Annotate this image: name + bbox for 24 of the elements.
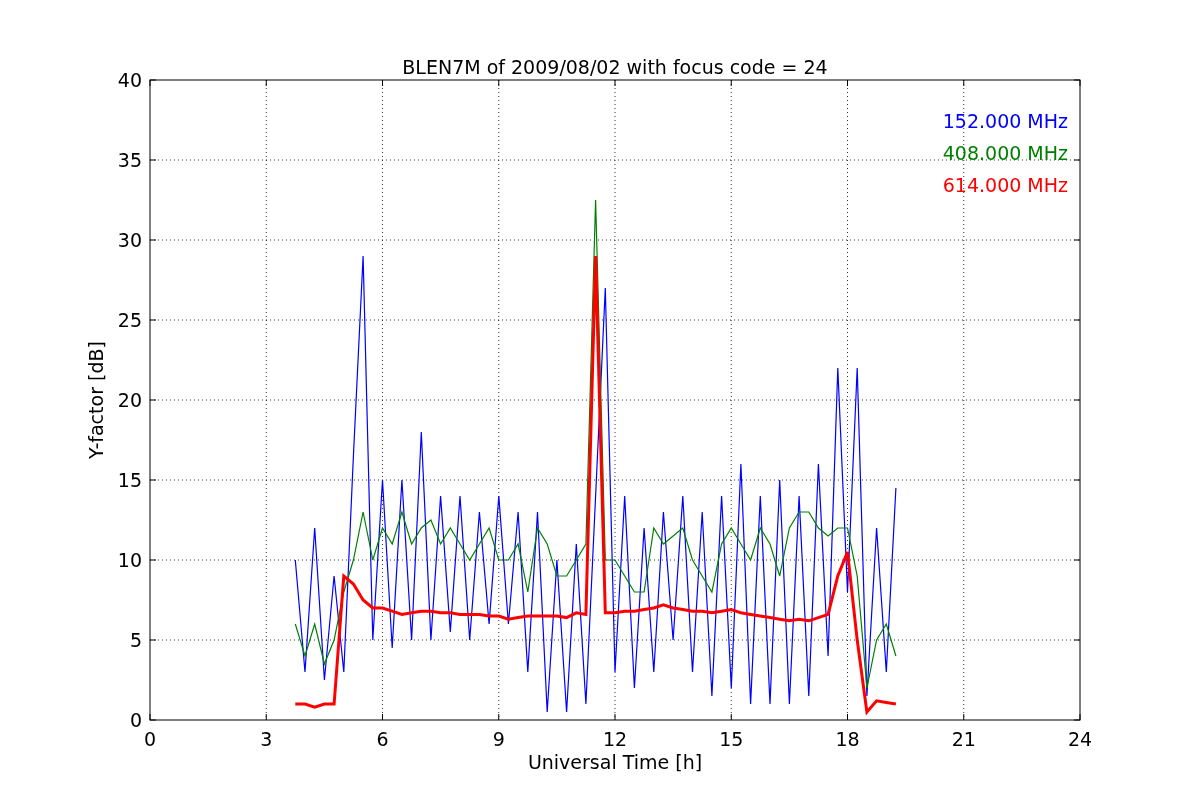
x-tick-label: 21 bbox=[951, 728, 976, 750]
x-tick-label: 6 bbox=[376, 728, 389, 750]
legend-label: 152.000 MHz bbox=[942, 110, 1068, 132]
y-axis-label: Y-factor [dB] bbox=[85, 341, 107, 459]
x-tick-label: 0 bbox=[143, 728, 157, 750]
chart-title: BLEN7M of 2009/08/02 with focus code = 24 bbox=[402, 56, 828, 78]
y-tick-label: 40 bbox=[117, 69, 142, 91]
y-tick-label: 35 bbox=[117, 149, 142, 171]
x-tick-label: 9 bbox=[492, 728, 505, 750]
y-tick-label: 10 bbox=[117, 549, 142, 571]
y-tick-label: 5 bbox=[129, 629, 142, 651]
y-tick-label: 25 bbox=[117, 309, 142, 331]
legend-label: 614.000 MHz bbox=[942, 174, 1068, 196]
x-tick-label: 15 bbox=[719, 728, 744, 750]
y-tick-label: 30 bbox=[117, 229, 142, 251]
x-tick-label: 18 bbox=[835, 728, 860, 750]
x-tick-label: 24 bbox=[1067, 728, 1093, 750]
legend-label: 408.000 MHz bbox=[942, 142, 1068, 164]
y-tick-label: 20 bbox=[117, 389, 142, 411]
x-axis-label: Universal Time [h] bbox=[527, 751, 703, 773]
x-tick-label: 3 bbox=[260, 728, 273, 750]
y-tick-label: 0 bbox=[129, 709, 142, 731]
x-tick-label: 12 bbox=[602, 728, 628, 750]
y-tick-label: 15 bbox=[117, 469, 142, 491]
